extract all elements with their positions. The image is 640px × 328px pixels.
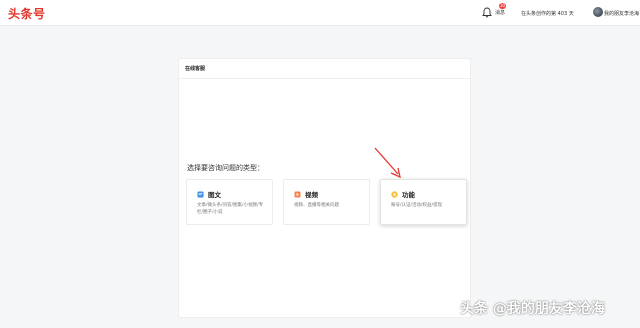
panel-title: 在线客服 — [185, 66, 206, 72]
card-function[interactable]: 功能 账号/认证/活动/权益/提现 — [380, 179, 467, 225]
card-title: 图文 — [208, 191, 221, 199]
card-title: 功能 — [402, 191, 415, 199]
panel-header: 在线客服 — [179, 59, 470, 79]
watermark: 头条 @我的朋友李沧海 — [460, 301, 605, 317]
card-video[interactable]: 视频 视频、直播等相关问题 — [283, 179, 370, 225]
top-bar: 头条号 30 消息 在头条创作的第 403 天 我的朋友李沧海 — [0, 0, 640, 26]
document-icon — [197, 191, 204, 198]
messages-label: 消息 — [495, 10, 506, 16]
card-title: 视频 — [305, 191, 318, 199]
message-badge: 30 — [499, 3, 507, 9]
avatar[interactable] — [593, 7, 603, 17]
question-type-cards: 图文 文章/微头条/问答/图集/小视频/专栏/圈子/小说 视频 视频、直播等相关… — [186, 179, 467, 225]
card-description: 视频、直播等相关问题 — [294, 203, 339, 208]
function-icon — [391, 190, 398, 198]
messages-button[interactable]: 30 消息 — [482, 3, 507, 18]
bell-icon — [482, 7, 492, 18]
question-type-prompt: 选择要咨询问题的类型： — [187, 164, 264, 172]
creation-days-text: 在头条创作的第 403 天 — [521, 11, 574, 17]
video-icon — [294, 191, 301, 198]
card-description: 账号/认证/活动/权益/提现 — [391, 203, 443, 208]
username[interactable]: 我的朋友李沧海 — [604, 10, 639, 17]
annotation-arrow — [372, 146, 404, 184]
card-article[interactable]: 图文 文章/微头条/问答/图集/小视频/专栏/圈子/小说 — [186, 179, 273, 225]
card-description: 文章/微头条/问答/图集/小视频/专栏/圈子/小说 — [197, 203, 264, 215]
online-service-panel: 在线客服 选择要咨询问题的类型： 图文 文章/微头条/问答/图集/小视频/专栏/… — [178, 58, 471, 318]
logo[interactable]: 头条号 — [8, 5, 46, 22]
